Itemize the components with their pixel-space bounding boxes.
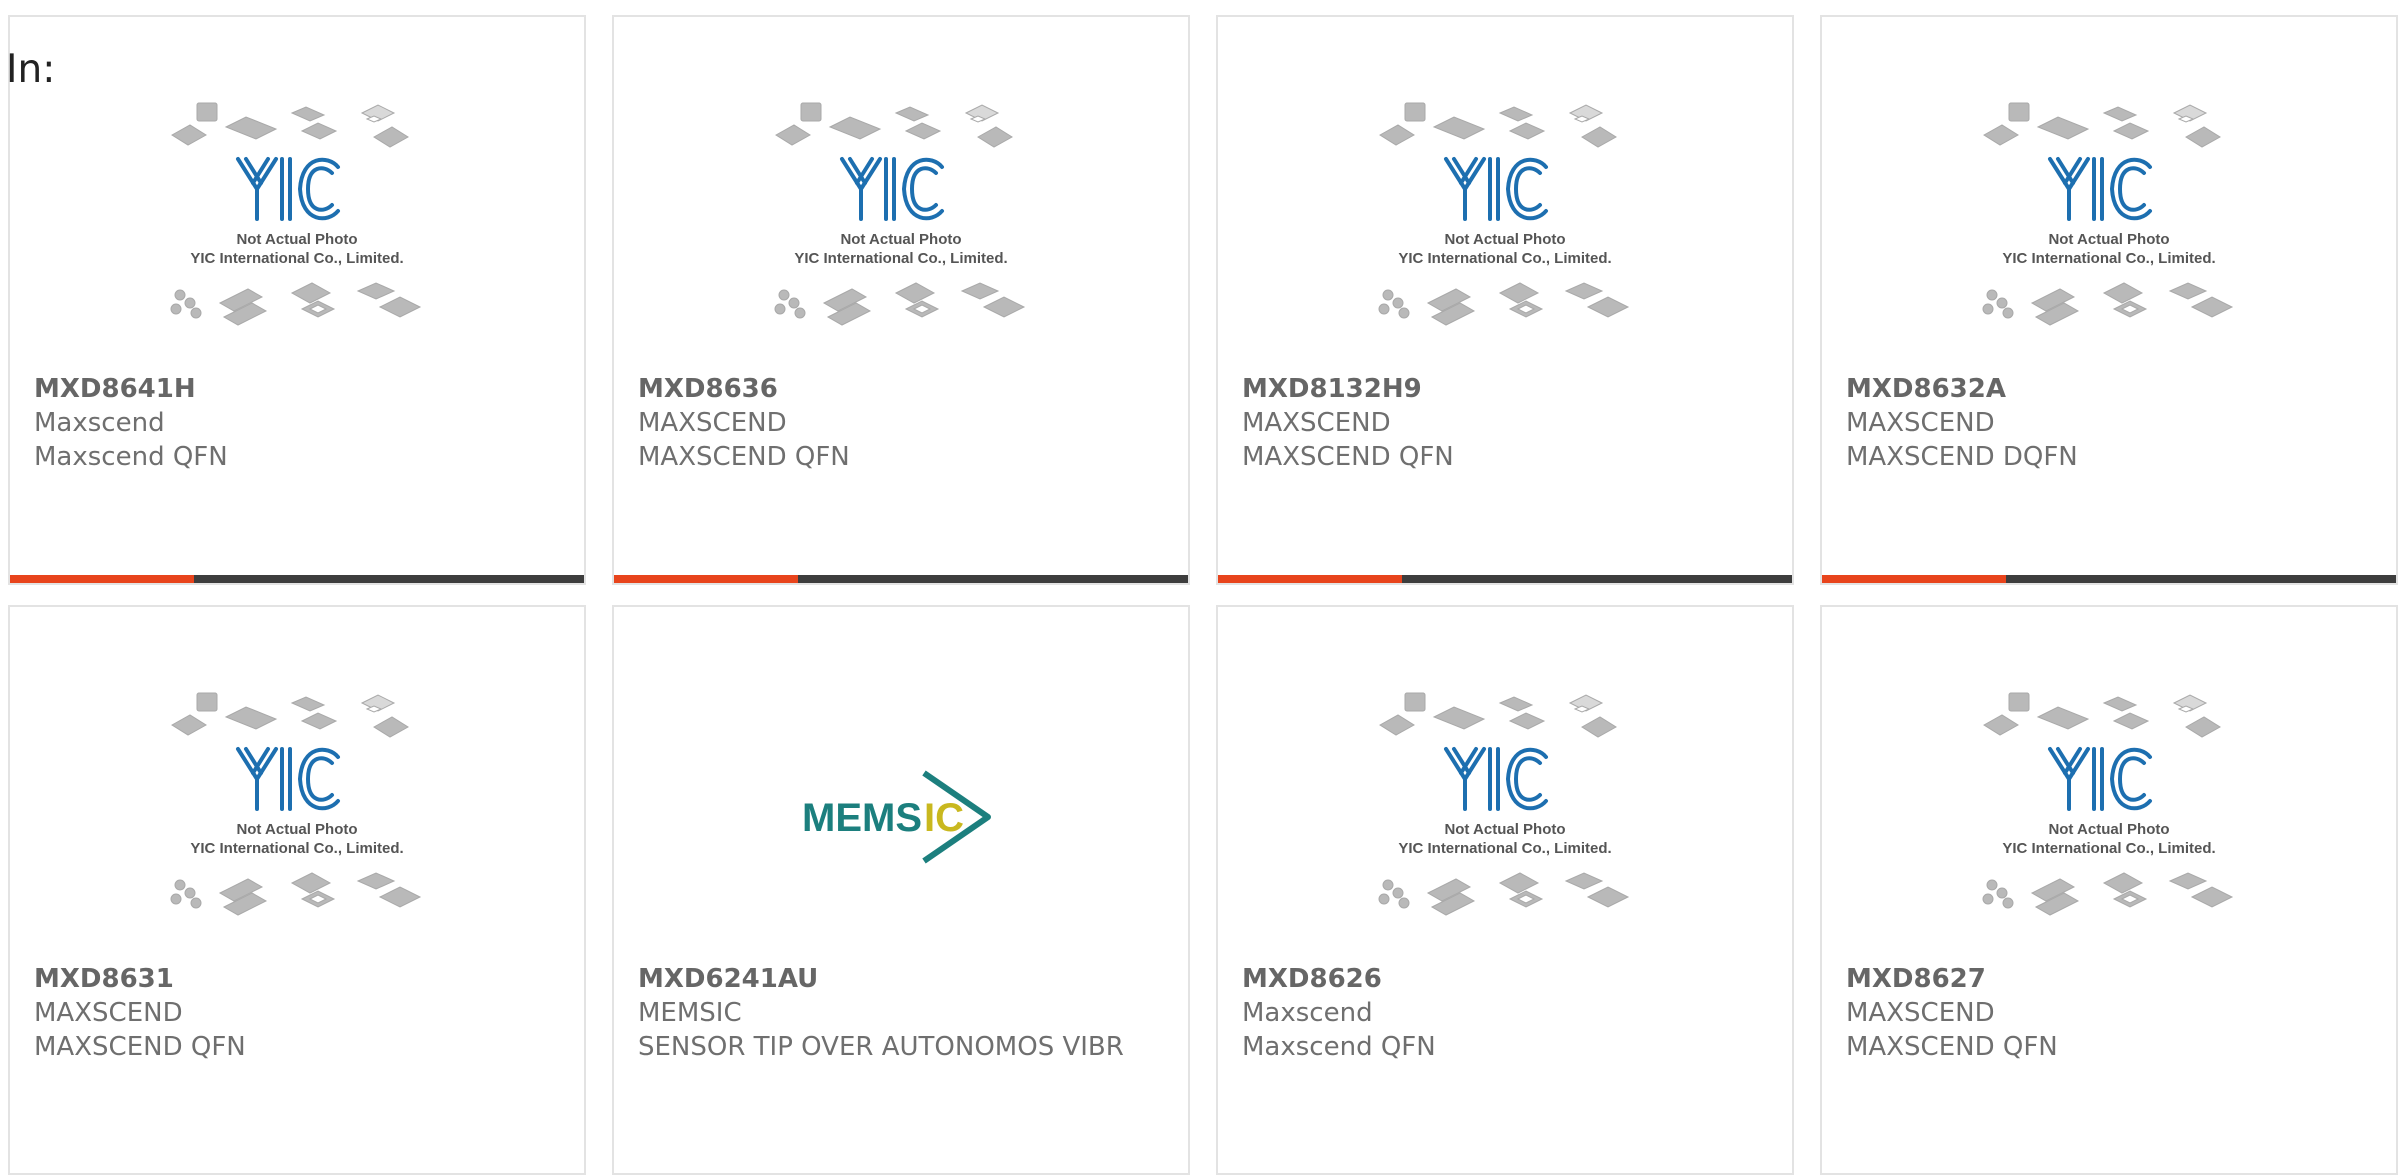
product-card[interactable]: Not Actual Photo YIC International Co., … — [1820, 15, 2398, 585]
product-part-number[interactable]: MXD8132H9 — [1242, 372, 1768, 406]
product-info: MXD8626 Maxscend Maxscend QFN — [1242, 962, 1768, 1064]
placeholder-line-1: Not Actual Photo — [236, 231, 357, 248]
product-info: MXD8627 MAXSCEND MAXSCEND QFN — [1846, 962, 2372, 1064]
product-card[interactable]: Not Actual Photo YIC International Co., … — [1820, 605, 2398, 1175]
product-description: MAXSCEND QFN — [34, 1032, 246, 1062]
product-part-number[interactable]: MXD8626 — [1242, 962, 1768, 996]
product-card[interactable]: Not Actual Photo YIC International Co., … — [8, 605, 586, 1175]
product-card[interactable]: Not Actual Photo YIC International Co., … — [8, 15, 586, 585]
card-accent-bar-fill — [1822, 575, 2006, 583]
product-info: MXD6241AU MEMSIC SENSOR TIP OVER AUTONOMOS… — [638, 962, 1164, 1064]
placeholder-line-1: Not Actual Photo — [1444, 821, 1565, 838]
card-accent-bar — [1822, 575, 2396, 583]
product-manufacturer: Maxscend — [1242, 998, 1373, 1028]
product-image[interactable]: Not Actual Photo YIC International Co., … — [614, 97, 1188, 367]
card-accent-bar — [10, 575, 584, 583]
product-manufacturer: MAXSCEND — [34, 998, 183, 1028]
product-description: Maxscend QFN — [1242, 1032, 1436, 1062]
product-manufacturer: Maxscend — [34, 408, 165, 438]
product-image[interactable]: MEMS IC — [614, 687, 1188, 957]
placeholder-line-2: YIC International Co., Limited. — [2002, 840, 2215, 857]
product-part-number[interactable]: MXD8632A — [1846, 372, 2372, 406]
product-manufacturer: MAXSCEND — [1846, 408, 1995, 438]
memsic-text-b: IC — [924, 796, 964, 840]
product-description: MAXSCEND QFN — [1846, 1032, 2058, 1062]
chip-placeholder-image: Not Actual Photo YIC International Co., … — [1378, 102, 1630, 326]
product-card[interactable]: MEMS IC MXD6241AU MEMSIC SENSOR TIP OVER A… — [612, 605, 1190, 1175]
placeholder-line-2: YIC International Co., Limited. — [1398, 840, 1611, 857]
product-part-number[interactable]: MXD8627 — [1846, 962, 2372, 996]
product-part-number[interactable]: MXD8636 — [638, 372, 1164, 406]
product-image[interactable]: Not Actual Photo YIC International Co., … — [1822, 97, 2396, 367]
product-image[interactable]: Not Actual Photo YIC International Co., … — [1218, 97, 1792, 367]
product-manufacturer: MEMSIC — [638, 998, 742, 1028]
product-manufacturer: MAXSCEND — [1242, 408, 1391, 438]
product-part-number[interactable]: MXD8631 — [34, 962, 560, 996]
card-accent-bar-fill — [1218, 575, 1402, 583]
card-accent-bar — [1218, 575, 1792, 583]
chip-placeholder-image: Not Actual Photo YIC International Co., … — [1982, 102, 2234, 326]
chip-placeholder-image: Not Actual Photo YIC International Co., … — [170, 102, 422, 326]
product-info: MXD8632A MAXSCEND MAXSCEND DQFN — [1846, 372, 2372, 474]
placeholder-line-2: YIC International Co., Limited. — [190, 840, 403, 857]
chip-placeholder-image: Not Actual Photo YIC International Co., … — [1378, 692, 1630, 916]
product-info: MXD8636 MAXSCEND MAXSCEND QFN — [638, 372, 1164, 474]
placeholder-line-2: YIC International Co., Limited. — [2002, 250, 2215, 267]
product-grid: Not Actual Photo YIC International Co., … — [0, 0, 2400, 1175]
product-description: MAXSCEND DQFN — [1846, 442, 2078, 472]
card-accent-bar — [614, 575, 1188, 583]
product-manufacturer: MAXSCEND — [638, 408, 787, 438]
placeholder-line-1: Not Actual Photo — [1444, 231, 1565, 248]
memsic-logo-image: MEMS IC — [802, 770, 991, 864]
placeholder-line-2: YIC International Co., Limited. — [190, 250, 403, 267]
chip-placeholder-image: Not Actual Photo YIC International Co., … — [774, 102, 1026, 326]
placeholder-line-1: Not Actual Photo — [2048, 231, 2169, 248]
product-image[interactable]: Not Actual Photo YIC International Co., … — [10, 97, 584, 367]
product-info: MXD8641H Maxscend Maxscend QFN — [34, 372, 560, 474]
product-image[interactable]: Not Actual Photo YIC International Co., … — [10, 687, 584, 957]
placeholder-line-1: Not Actual Photo — [236, 821, 357, 838]
product-image[interactable]: Not Actual Photo YIC International Co., … — [1218, 687, 1792, 957]
product-card[interactable]: Not Actual Photo YIC International Co., … — [1216, 605, 1794, 1175]
product-description: MAXSCEND QFN — [1242, 442, 1454, 472]
product-part-number[interactable]: MXD8641H — [34, 372, 560, 406]
product-manufacturer: MAXSCEND — [1846, 998, 1995, 1028]
page-label: In: — [6, 47, 56, 92]
product-card[interactable]: Not Actual Photo YIC International Co., … — [612, 15, 1190, 585]
card-accent-bar-fill — [614, 575, 798, 583]
product-description: MAXSCEND QFN — [638, 442, 850, 472]
chip-placeholder-image: Not Actual Photo YIC International Co., … — [1982, 692, 2234, 916]
chip-placeholder-image: Not Actual Photo YIC International Co., … — [170, 692, 422, 916]
card-accent-bar-fill — [10, 575, 194, 583]
product-part-number[interactable]: MXD6241AU — [638, 962, 1164, 996]
placeholder-line-1: Not Actual Photo — [840, 231, 961, 248]
product-description: Maxscend QFN — [34, 442, 228, 472]
product-info: MXD8132H9 MAXSCEND MAXSCEND QFN — [1242, 372, 1768, 474]
product-card[interactable]: Not Actual Photo YIC International Co., … — [1216, 15, 1794, 585]
placeholder-line-2: YIC International Co., Limited. — [1398, 250, 1611, 267]
placeholder-line-1: Not Actual Photo — [2048, 821, 2169, 838]
product-info: MXD8631 MAXSCEND MAXSCEND QFN — [34, 962, 560, 1064]
placeholder-line-2: YIC International Co., Limited. — [794, 250, 1007, 267]
product-description: SENSOR TIP OVER AUTONOMOS VIBR — [638, 1032, 1124, 1062]
memsic-text-a: MEMS — [802, 796, 922, 840]
product-image[interactable]: Not Actual Photo YIC International Co., … — [1822, 687, 2396, 957]
